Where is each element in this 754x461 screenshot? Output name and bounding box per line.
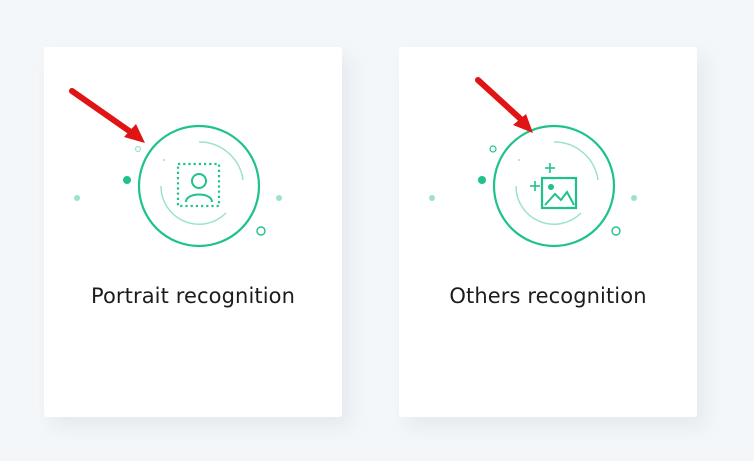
decor-dot-icon	[276, 195, 282, 201]
image-recognition-icon	[530, 163, 578, 210]
others-recognition-illustration	[429, 77, 637, 248]
red-arrow-annotation-icon	[69, 88, 145, 143]
decor-dot-icon	[74, 195, 80, 201]
portrait-recognition-card[interactable]: Portrait recognition	[44, 47, 342, 417]
decor-ring-icon	[134, 145, 142, 153]
decor-ring-icon	[489, 145, 497, 153]
decor-dot-icon	[429, 195, 435, 201]
decor-dot-icon	[631, 195, 637, 201]
card-label: Others recognition	[449, 284, 647, 308]
outer-circle	[492, 124, 616, 248]
others-recognition-card[interactable]: Others recognition	[399, 47, 697, 417]
decor-dot-icon	[478, 176, 486, 184]
recognition-options: Portrait recognition Others recognition	[0, 0, 754, 461]
outer-circle	[137, 124, 261, 248]
portrait-recognition-illustration	[69, 88, 282, 248]
decor-dot-icon	[123, 176, 131, 184]
decor-ring-icon	[256, 226, 266, 236]
red-arrow-annotation-icon	[475, 77, 533, 133]
card-label: Portrait recognition	[90, 284, 296, 308]
portrait-recognition-icon	[176, 162, 221, 208]
decor-ring-icon	[611, 226, 621, 236]
